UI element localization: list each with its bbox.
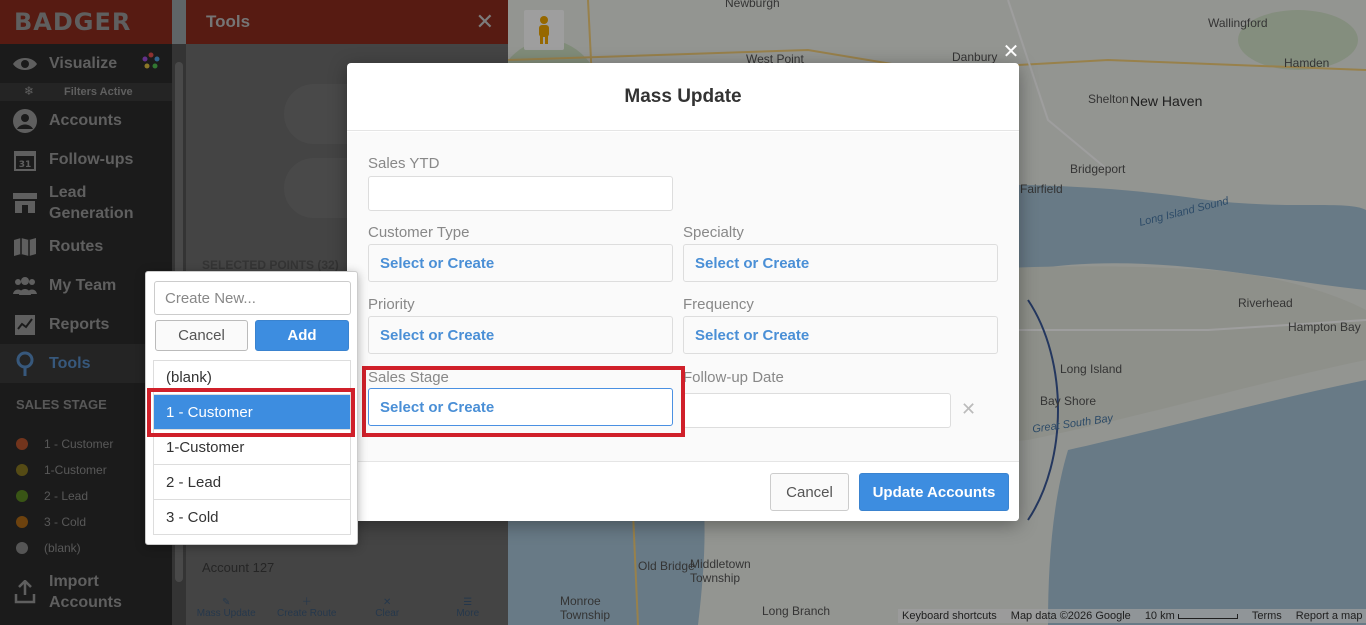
cancel-button[interactable]: Cancel bbox=[770, 473, 849, 511]
priority-select[interactable]: Select or Create bbox=[368, 316, 673, 354]
modal-close-icon[interactable]: ✕ bbox=[1000, 40, 1022, 64]
dropdown-option[interactable]: 3 - Cold bbox=[153, 500, 351, 535]
dropdown-options: (blank) 1 - Customer 1-Customer 2 - Lead… bbox=[153, 360, 351, 535]
update-accounts-button[interactable]: Update Accounts bbox=[859, 473, 1009, 511]
create-new-input[interactable]: Create New... bbox=[154, 281, 351, 315]
customer-type-select[interactable]: Select or Create bbox=[368, 244, 673, 282]
sales-ytd-label: Sales YTD bbox=[368, 155, 440, 172]
frequency-label: Frequency bbox=[683, 296, 754, 313]
customer-type-label: Customer Type bbox=[368, 224, 470, 241]
mass-update-modal: Mass Update Sales YTD Customer Type Sele… bbox=[347, 63, 1019, 521]
modal-footer: Cancel Update Accounts bbox=[347, 461, 1019, 521]
sales-stage-highlight bbox=[362, 366, 685, 437]
frequency-select[interactable]: Select or Create bbox=[683, 316, 998, 354]
dropdown-add-button[interactable]: Add bbox=[255, 320, 349, 351]
selected-option-highlight bbox=[147, 388, 355, 437]
modal-header: Mass Update bbox=[347, 63, 1019, 131]
specialty-label: Specialty bbox=[683, 224, 744, 241]
follow-up-date-label: Follow-up Date bbox=[683, 369, 784, 386]
priority-label: Priority bbox=[368, 296, 415, 313]
follow-up-date-input[interactable] bbox=[683, 393, 951, 428]
sales-ytd-input[interactable] bbox=[368, 176, 673, 211]
dropdown-cancel-button[interactable]: Cancel bbox=[155, 320, 248, 351]
clear-date-icon[interactable]: ✕ bbox=[961, 399, 976, 420]
modal-title: Mass Update bbox=[624, 85, 742, 107]
dropdown-option[interactable]: 2 - Lead bbox=[153, 465, 351, 500]
specialty-select[interactable]: Select or Create bbox=[683, 244, 998, 282]
